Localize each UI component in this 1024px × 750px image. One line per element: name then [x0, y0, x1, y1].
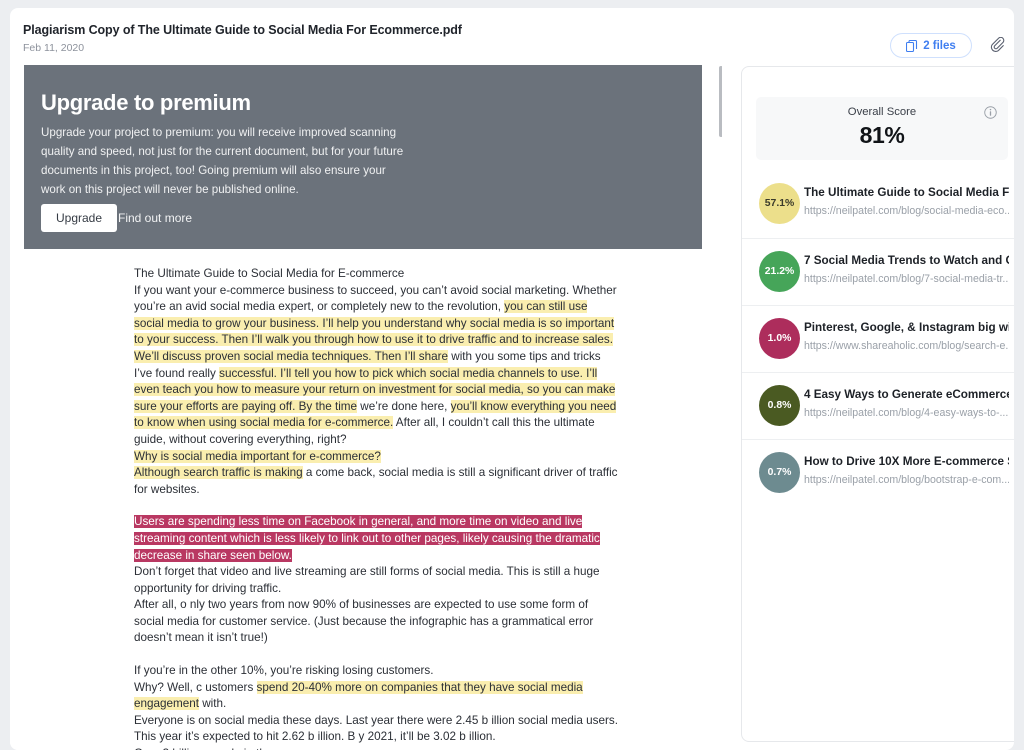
match-title: 4 Easy Ways to Generate eCommerce ... — [804, 388, 1009, 401]
match-title: The Ultimate Guide to Social Media Fo... — [804, 186, 1009, 199]
match-percent-badge: 21.2% — [759, 251, 800, 292]
match-url: https://neilpatel.com/blog/bootstrap-e-c… — [804, 474, 1009, 486]
doc-paragraph-2: Why is social media important for e-comm… — [134, 449, 620, 466]
document-pane: Upgrade to premium Upgrade your project … — [10, 56, 722, 750]
doc-paragraph-1: If you want your e-commerce business to … — [134, 283, 620, 449]
document-header: Plagiarism Copy of The Ultimate Guide to… — [10, 8, 1014, 58]
doc-heading: The Ultimate Guide to Social Media for E… — [134, 267, 405, 280]
results-panel: Overall Score 81% 57.1% The Ultimate Guid… — [741, 66, 1014, 742]
page-title: Plagiarism Copy of The Ultimate Guide to… — [23, 23, 462, 37]
upgrade-button[interactable]: Upgrade — [41, 204, 118, 232]
copy-files-icon — [906, 39, 918, 52]
highlight-yellow: Although search traffic is making — [134, 466, 303, 480]
text-run: we’re done here, — [357, 399, 451, 413]
match-percent-badge: 0.7% — [759, 452, 800, 493]
match-percent-badge: 1.0% — [759, 318, 800, 359]
banner-heading: Upgrade to premium — [41, 90, 251, 115]
list-item[interactable]: 57.1% The Ultimate Guide to Social Media … — [742, 171, 1014, 238]
match-url: https://neilpatel.com/blog/4-easy-ways-t… — [804, 407, 1009, 419]
match-url: https://neilpatel.com/blog/7-social-medi… — [804, 273, 1009, 285]
overall-score-label: Overall Score — [847, 106, 917, 118]
doc-paragraph-6: After all, o nly two years from now 90% … — [134, 598, 594, 645]
match-list: 57.1% The Ultimate Guide to Social Media … — [742, 171, 1014, 506]
info-circle-icon[interactable] — [984, 106, 997, 119]
doc-paragraph-4: Users are spending less time on Facebook… — [134, 514, 620, 564]
upgrade-banner: Upgrade to premium Upgrade your project … — [24, 65, 702, 249]
banner-body: Upgrade your project to premium: you wil… — [41, 126, 404, 196]
list-item[interactable]: 21.2% 7 Social Media Trends to Watch and … — [742, 238, 1014, 305]
list-item[interactable]: 1.0% Pinterest, Google, & Instagram big w… — [742, 305, 1014, 372]
match-percent-badge: 57.1% — [759, 183, 800, 224]
doc-paragraph-8: Why? Well, c ustomers spend 20-40% more … — [134, 680, 620, 713]
match-title: Pinterest, Google, & Instagram big win..… — [804, 321, 1009, 334]
text-run: Why? Well, c ustomers — [134, 680, 257, 694]
files-button-label: 2 files — [923, 39, 956, 52]
app-window: Plagiarism Copy of The Ultimate Guide to… — [10, 8, 1014, 750]
document-body-text: The Ultimate Guide to Social Media for E… — [134, 266, 620, 750]
attach-button[interactable] — [985, 32, 1011, 58]
files-button[interactable]: 2 files — [890, 33, 972, 58]
document-date: Feb 11, 2020 — [23, 42, 85, 54]
doc-paragraph-9: Everyone is on social media these days. … — [134, 713, 618, 744]
overall-score-value: 81% — [859, 122, 905, 148]
text-run: with. — [198, 697, 227, 711]
list-item[interactable]: 0.7% How to Drive 10X More E-commerce S..… — [742, 439, 1014, 506]
match-url: https://www.shareaholic.com/blog/search-… — [804, 340, 1009, 352]
document-scrollbar-thumb[interactable] — [719, 66, 722, 137]
doc-paragraph-3: Although search traffic is making a come… — [134, 465, 620, 498]
list-item[interactable]: 0.8% 4 Easy Ways to Generate eCommerce ..… — [742, 372, 1014, 439]
paperclip-icon — [990, 36, 1004, 52]
match-url: https://neilpatel.com/blog/social-media-… — [804, 205, 1009, 217]
match-percent-badge: 0.8% — [759, 385, 800, 426]
document-scrollbar-track[interactable] — [719, 56, 722, 750]
doc-paragraph-7: If you’re in the other 10%, you’re riski… — [134, 664, 434, 678]
doc-paragraph-10: Over 3 billion people in three years. — [134, 746, 620, 750]
highlight-yellow: Why is social media important for e-comm… — [134, 449, 381, 463]
overall-score-card: Overall Score 81% — [756, 97, 1008, 160]
match-title: 7 Social Media Trends to Watch and C... — [804, 254, 1009, 267]
find-out-more-link[interactable]: Find out more — [118, 211, 192, 225]
match-title: How to Drive 10X More E-commerce S... — [804, 455, 1009, 468]
doc-paragraph-5: Don’t forget that video and live streami… — [134, 565, 600, 595]
highlight-pink: Users are spending less time on Facebook… — [134, 515, 600, 562]
